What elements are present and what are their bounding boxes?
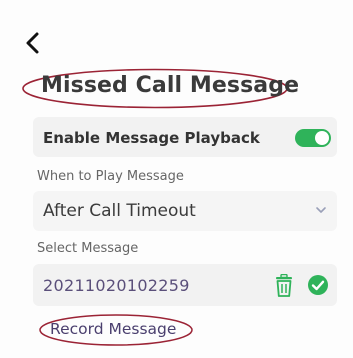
- toggle-knob: [315, 131, 329, 145]
- back-button[interactable]: [22, 30, 44, 56]
- when-to-play-value: After Call Timeout: [43, 201, 196, 221]
- chevron-left-icon: [26, 32, 39, 54]
- missed-call-message-screen: Missed Call Message Enable Message Playb…: [0, 0, 353, 358]
- enable-playback-label: Enable Message Playback: [43, 129, 260, 147]
- chevron-down-icon: [316, 207, 326, 213]
- page-title: Missed Call Message: [41, 73, 300, 98]
- when-to-play-select[interactable]: After Call Timeout: [33, 191, 337, 231]
- enable-playback-toggle[interactable]: [295, 129, 331, 147]
- when-to-play-label: When to Play Message: [37, 169, 184, 184]
- record-message-button[interactable]: Record Message: [36, 312, 196, 348]
- message-name: 20211020102259: [43, 276, 190, 295]
- check-circle-icon[interactable]: [307, 274, 329, 296]
- message-item[interactable]: 20211020102259: [33, 264, 337, 306]
- select-message-label: Select Message: [37, 241, 139, 256]
- record-message-label: Record Message: [50, 320, 177, 338]
- enable-playback-row: Enable Message Playback: [33, 117, 337, 157]
- trash-icon[interactable]: [273, 274, 295, 298]
